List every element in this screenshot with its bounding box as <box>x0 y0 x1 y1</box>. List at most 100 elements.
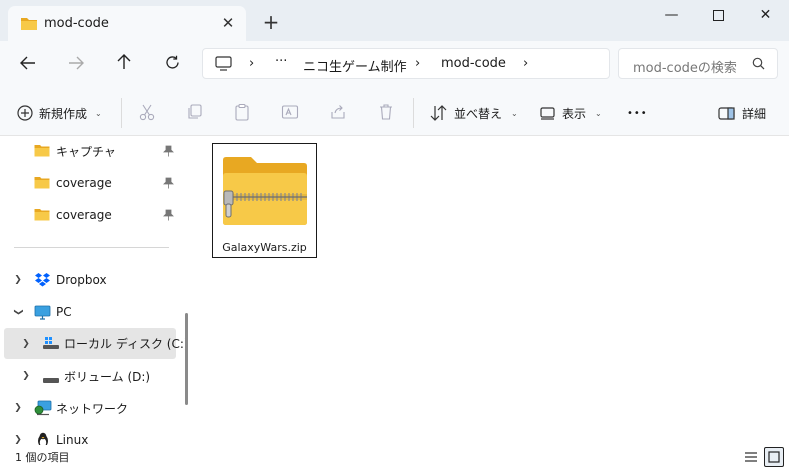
rename-icon[interactable] <box>281 103 301 123</box>
sidebar-item-label: Dropbox <box>56 273 107 287</box>
view-button[interactable]: 表示 ⌄ <box>540 102 602 124</box>
share-icon[interactable] <box>329 103 349 123</box>
plus-circle-icon <box>17 105 33 121</box>
chevron-right-icon[interactable]: ❯ <box>20 371 32 381</box>
arrow-left-icon <box>20 56 35 70</box>
search-input[interactable]: mod-codeの検索 <box>633 57 737 76</box>
sidebar-item-pc[interactable]: ❯ PC <box>0 297 180 327</box>
pin-icon[interactable] <box>163 209 174 224</box>
sidebar-item-network[interactable]: ❯ ネットワーク <box>0 393 180 423</box>
sidebar-item-dropbox[interactable]: ❯ Dropbox <box>0 265 180 295</box>
network-icon <box>34 400 52 419</box>
view-label: 表示 <box>562 106 587 121</box>
sidebar-item-label: coverage <box>56 208 112 222</box>
toolbar-divider <box>413 98 414 128</box>
delete-icon[interactable] <box>377 103 397 123</box>
folder-icon <box>34 144 50 160</box>
folder-icon <box>34 208 50 224</box>
details-view-icon[interactable] <box>741 447 761 467</box>
view-icon <box>540 106 555 120</box>
item-count: 1 個の項目 <box>15 451 70 464</box>
refresh-icon <box>165 55 179 69</box>
zip-folder-icon <box>221 156 309 229</box>
breadcrumb-separator: › <box>249 56 255 71</box>
drive-icon <box>42 336 60 353</box>
sort-button[interactable]: 並べ替え ⌄ <box>430 102 518 124</box>
sidebar-scrollbar[interactable] <box>185 313 188 405</box>
refresh-button[interactable] <box>157 50 187 80</box>
tab-mod-code[interactable]: mod-code ✕ <box>8 6 246 41</box>
minimize-button[interactable]: — <box>648 0 695 32</box>
chevron-right-icon[interactable]: ❯ <box>20 339 32 349</box>
toolbar-divider <box>121 98 122 128</box>
sidebar-item-label: Linux <box>56 433 89 445</box>
cut-icon[interactable] <box>138 103 158 123</box>
sidebar-item-volume-d[interactable]: ❯ ボリューム (D:) <box>0 361 180 391</box>
pin-icon[interactable] <box>163 145 174 160</box>
file-item[interactable]: GalaxyWars.zip <box>212 143 317 258</box>
file-list: GalaxyWars.zip <box>195 136 789 445</box>
folder-icon <box>20 16 38 34</box>
details-label: 詳細 <box>742 106 767 121</box>
chevron-down-icon: ⌄ <box>95 108 102 118</box>
search-icon[interactable] <box>752 57 765 73</box>
sidebar-item-label: キャプチャ <box>56 144 116 159</box>
address-row: › ··· ニコ生ゲーム制作 › mod-code › mod-codeの検索 <box>0 41 789 88</box>
details-pane-icon <box>718 106 735 120</box>
sidebar-divider <box>14 247 169 248</box>
chevron-right-icon[interactable]: ❯ <box>12 435 24 445</box>
sidebar-item-label: coverage <box>56 176 112 190</box>
breadcrumb-item[interactable]: ニコ生ゲーム制作 <box>303 56 407 75</box>
sidebar-item-local-disk-c[interactable]: ❯ ローカル ディスク (C:) <box>4 328 189 359</box>
sidebar-item-label: ローカル ディスク (C:) <box>64 337 189 351</box>
navigation-pane: キャプチャ coverage coverage ❯ Dropbox ❯ PC ❯… <box>0 136 195 445</box>
large-icons-view-icon[interactable] <box>764 447 784 467</box>
arrow-right-icon <box>69 56 84 70</box>
linux-penguin-icon <box>36 432 50 445</box>
close-window-button[interactable]: ✕ <box>742 0 789 32</box>
sidebar-item-coverage[interactable]: coverage <box>0 200 180 230</box>
breadcrumb-separator: › <box>523 56 529 71</box>
sort-icon <box>430 105 447 121</box>
breadcrumb-item[interactable]: mod-code <box>441 56 506 71</box>
pin-icon[interactable] <box>163 177 174 192</box>
close-tab-button[interactable]: ✕ <box>216 11 240 35</box>
copy-icon[interactable] <box>186 103 206 123</box>
forward-button[interactable] <box>61 50 91 80</box>
pc-icon <box>34 305 51 323</box>
chevron-down-icon[interactable]: ❯ <box>13 306 23 318</box>
drive-icon <box>42 373 60 387</box>
arrow-up-icon <box>117 54 131 69</box>
more-options-button[interactable]: ••• <box>627 102 648 124</box>
breadcrumb-overflow[interactable]: ··· <box>275 54 287 69</box>
chevron-right-icon[interactable]: ❯ <box>12 403 24 413</box>
title-bar: mod-code ✕ + — ✕ <box>0 0 789 41</box>
status-bar: 1 個の項目 <box>0 445 789 469</box>
chevron-right-icon[interactable]: ❯ <box>12 275 24 285</box>
sort-label: 並べ替え <box>454 106 503 121</box>
file-name: GalaxyWars.zip <box>222 241 307 254</box>
search-box[interactable]: mod-codeの検索 <box>618 48 778 79</box>
new-tab-button[interactable]: + <box>259 11 283 35</box>
sidebar-item-linux[interactable]: ❯ Linux <box>0 425 180 445</box>
up-button[interactable] <box>109 50 139 80</box>
sidebar-item-label: ネットワーク <box>56 401 129 416</box>
monitor-icon <box>215 56 232 74</box>
sidebar-item-label: PC <box>56 305 72 319</box>
back-button[interactable] <box>13 50 43 80</box>
sidebar-item-coverage[interactable]: coverage <box>0 168 180 198</box>
sidebar-item-label: ボリューム (D:) <box>64 369 151 384</box>
command-bar: 新規作成 ⌄ 並べ替え ⌄ 表示 ⌄ ••• 詳細 <box>0 88 789 136</box>
details-pane-button[interactable]: 詳細 <box>718 102 766 124</box>
new-label: 新規作成 <box>39 106 88 121</box>
chevron-down-icon: ⌄ <box>511 108 518 118</box>
sidebar-item-capture[interactable]: キャプチャ <box>0 136 180 166</box>
breadcrumb-separator: › <box>415 56 421 71</box>
new-button[interactable]: 新規作成 ⌄ <box>17 102 102 124</box>
dropbox-icon <box>34 272 51 291</box>
paste-icon[interactable] <box>233 103 253 123</box>
chevron-down-icon: ⌄ <box>595 108 602 118</box>
maximize-button[interactable] <box>695 0 742 32</box>
address-bar[interactable]: › ··· ニコ生ゲーム制作 › mod-code › <box>202 48 610 79</box>
tab-title: mod-code <box>44 16 109 31</box>
